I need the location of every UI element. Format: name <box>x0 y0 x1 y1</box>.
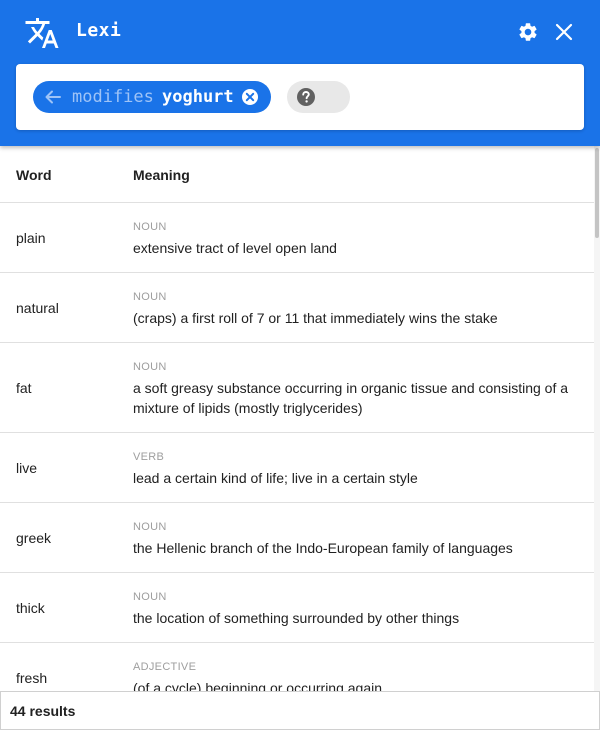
row-word: live <box>16 460 38 476</box>
table-row[interactable]: thick NOUN the location of something sur… <box>0 573 594 643</box>
column-header-meaning: Meaning <box>133 167 190 183</box>
row-definition: (of a cycle) beginning or occurring agai… <box>133 680 383 692</box>
results-count: 44 results <box>10 703 76 719</box>
query-word: yoghurt <box>162 87 234 107</box>
results-footer: 44 results <box>0 691 600 730</box>
row-part-of-speech: NOUN <box>133 361 167 373</box>
table-row[interactable]: natural NOUN (craps) a first roll of 7 o… <box>0 273 594 343</box>
arrow-left-icon[interactable] <box>44 88 62 106</box>
row-definition: lead a certain kind of life; live in a c… <box>133 470 418 486</box>
translate-icon <box>25 18 59 48</box>
row-part-of-speech: NOUN <box>133 221 167 233</box>
top-bar: Lexi modifies yoghurt <box>0 0 600 146</box>
row-part-of-speech: NOUN <box>133 591 167 603</box>
row-part-of-speech: NOUN <box>133 521 167 533</box>
table-row[interactable]: plain NOUN extensive tract of level open… <box>0 203 594 273</box>
results-table: Word Meaning plain NOUN extensive tract … <box>0 146 594 692</box>
row-word: greek <box>16 530 52 546</box>
row-definition: the Hellenic branch of the Indo-European… <box>133 540 513 556</box>
row-definition: the location of something surrounded by … <box>133 610 460 626</box>
gear-icon[interactable] <box>517 21 539 43</box>
close-icon[interactable] <box>555 23 573 41</box>
help-button[interactable] <box>287 81 350 113</box>
row-word: fat <box>16 380 32 396</box>
query-chip[interactable]: modifies yoghurt <box>33 81 271 113</box>
table-row[interactable]: greek NOUN the Hellenic branch of the In… <box>0 503 594 573</box>
table-row[interactable]: live VERB lead a certain kind of life; l… <box>0 433 594 503</box>
table-header: Word Meaning <box>0 146 594 203</box>
row-word: fresh <box>16 670 48 686</box>
scrollbar[interactable] <box>594 146 600 692</box>
row-definition: extensive tract of level open land <box>133 240 337 256</box>
table-row[interactable]: fresh ADJECTIVE (of a cycle) beginning o… <box>0 643 594 692</box>
scrollbar-thumb[interactable] <box>595 148 599 238</box>
query-relation: modifies <box>72 87 154 107</box>
row-definition: a soft greasy substance occurring in org… <box>133 380 569 416</box>
row-word: thick <box>16 600 45 616</box>
query-card: modifies yoghurt <box>16 64 584 130</box>
row-part-of-speech: NOUN <box>133 291 167 303</box>
row-definition: (craps) a first roll of 7 or 11 that imm… <box>133 310 498 326</box>
help-circle-icon[interactable] <box>296 87 316 107</box>
row-word: plain <box>16 230 46 246</box>
row-part-of-speech: VERB <box>133 451 165 463</box>
table-row[interactable]: fat NOUN a soft greasy substance occurri… <box>0 343 594 433</box>
app-title: Lexi <box>76 20 122 41</box>
row-word: natural <box>16 300 59 316</box>
column-header-word: Word <box>16 167 52 183</box>
clear-circle-icon[interactable] <box>240 87 260 107</box>
row-part-of-speech: ADJECTIVE <box>133 661 197 673</box>
